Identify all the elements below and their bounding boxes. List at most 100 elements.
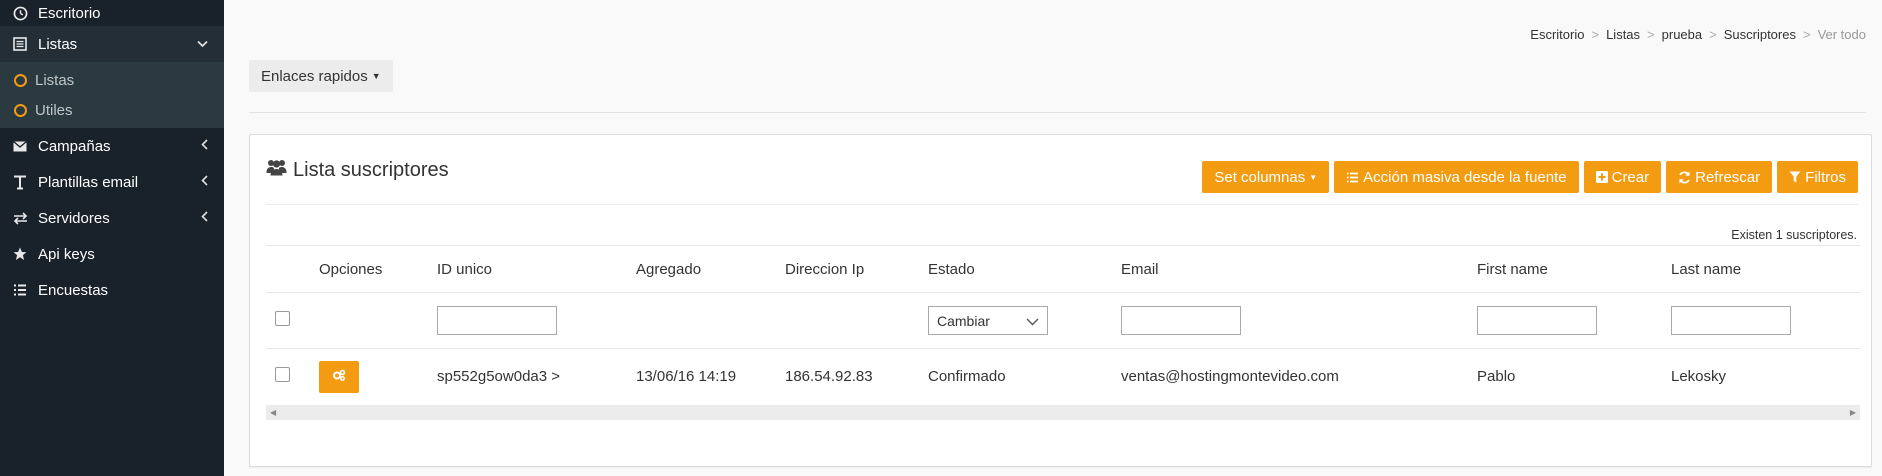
header-options: Opciones [319,245,437,293]
breadcrumb-item[interactable]: Listas [1606,27,1640,42]
sidebar-item-label: Escritorio [38,4,101,22]
caret-down-icon: ▼ [371,71,381,81]
header-added[interactable]: Agregado [636,245,785,293]
filters-label: Filtros [1805,168,1846,186]
breadcrumb-item[interactable]: prueba [1662,27,1702,42]
filter-email-input[interactable] [1121,306,1241,335]
create-label: Crear [1611,168,1650,186]
filters-button[interactable]: Filtros [1777,161,1858,193]
listas-submenu: Listas Utiles [0,62,224,128]
sidebar-item-escritorio[interactable]: Escritorio [0,0,224,26]
caret-down-icon: ▼ [1309,172,1318,182]
chevron-left-icon [201,175,208,189]
sidebar-item-label: Plantillas email [38,173,139,191]
list-icon [12,282,28,298]
quick-links-label: Enlaces rapidos [261,67,368,85]
breadcrumb-separator: > [1591,27,1600,42]
subscribers-panel: Lista suscriptores Set columnas ▼ Acción… [249,134,1872,467]
cell-first-name: Pablo [1477,368,1516,386]
toolbar: Set columnas ▼ Acción masiva desde la fu… [1202,161,1858,193]
refresh-icon [1678,171,1691,184]
filter-last-name-input[interactable] [1671,306,1791,335]
divider [249,112,1866,113]
plus-square-icon [1595,171,1608,183]
header-email[interactable]: Email [1121,245,1477,293]
list-icon [1346,172,1359,183]
sidebar-item-label: Campañas [38,137,111,155]
cell-added: 13/06/16 14:19 [636,368,737,386]
sidebar: Escritorio Listas Listas Utiles Campañas [0,0,224,476]
breadcrumb-item[interactable]: Suscriptores [1724,27,1796,42]
scroll-right-icon[interactable]: ▶ [1850,405,1856,420]
submenu-item-label: Utiles [35,101,73,119]
panel-title-text: Lista suscriptores [293,158,449,181]
cogs-icon [332,368,346,385]
breadcrumb-current: Ver todo [1817,27,1866,42]
breadcrumb-separator: > [1709,27,1717,42]
refresh-button[interactable]: Refrescar [1666,161,1773,193]
sidebar-item-listas[interactable]: Listas [0,26,224,62]
sidebar-item-label: Servidores [38,209,110,227]
select-all-checkbox[interactable] [275,311,290,326]
header-status[interactable]: Estado [928,245,1121,293]
table-row: sp552g5ow0da3 > 13/06/16 14:19 186.54.92… [266,349,1860,405]
sidebar-item-encuestas[interactable]: Encuestas [0,272,224,308]
chevron-down-icon [197,37,208,51]
sidebar-item-label: Encuestas [38,281,109,299]
panel-title: Lista suscriptores [266,158,449,182]
filter-row: Cambiar [266,292,1860,349]
set-columns-label: Set columnas [1214,168,1306,186]
header-ip[interactable]: Direccion Ip [785,245,928,293]
exchange-icon [12,210,28,226]
header-id[interactable]: ID unico [437,245,636,293]
quick-links-dropdown[interactable]: Enlaces rapidos ▼ [249,60,393,92]
header-last-name[interactable]: Last name [1671,245,1860,293]
submenu-item-utiles[interactable]: Utiles [0,95,224,125]
users-icon [266,158,287,182]
cell-id[interactable]: sp552g5ow0da3 > [437,349,636,405]
star-icon [12,246,28,262]
create-button[interactable]: Crear [1583,161,1662,193]
subscriber-count: Existen 1 suscriptores. [1731,228,1857,242]
filter-first-name-input[interactable] [1477,306,1597,335]
breadcrumb-item[interactable]: Escritorio [1530,27,1584,42]
filter-icon [1789,171,1801,183]
circle-icon [14,73,27,87]
list-icon [12,36,28,52]
submenu-item-listas[interactable]: Listas [0,65,224,95]
divider [266,204,1858,205]
cell-ip: 186.54.92.83 [785,368,873,386]
breadcrumb-separator: > [1647,27,1655,42]
chevron-left-icon [201,211,208,225]
header-select [266,245,319,293]
sidebar-item-servidores[interactable]: Servidores [0,200,224,236]
scroll-left-icon[interactable]: ◀ [270,405,276,420]
sidebar-item-api-keys[interactable]: Api keys [0,236,224,272]
cell-email: ventas@hostingmontevideo.com [1121,368,1339,386]
sidebar-item-campanas[interactable]: Campañas [0,128,224,164]
bulk-action-label: Acción masiva desde la fuente [1363,168,1567,186]
filter-status-select[interactable]: Cambiar [928,306,1048,335]
horizontal-scrollbar[interactable]: ◀ ▶ [266,405,1860,420]
sidebar-item-plantillas[interactable]: Plantillas email [0,164,224,200]
cell-last-name: Lekosky [1671,368,1727,386]
refresh-label: Refrescar [1695,168,1761,186]
table-header-row: Opciones ID unico Agregado Direccion Ip … [266,245,1860,293]
header-first-name[interactable]: First name [1477,245,1671,293]
cell-status: Confirmado [928,368,1006,386]
sidebar-item-label: Api keys [38,245,95,263]
chevron-down-icon [1026,313,1039,329]
breadcrumb-separator: > [1802,27,1811,42]
bulk-action-button[interactable]: Acción masiva desde la fuente [1334,161,1579,193]
sidebar-item-label: Listas [38,35,78,53]
filter-id-input[interactable] [437,306,557,335]
set-columns-button[interactable]: Set columnas ▼ [1202,161,1330,193]
row-options-button[interactable] [319,360,359,393]
row-checkbox[interactable] [275,367,290,383]
circle-icon [14,103,27,117]
dashboard-icon [12,5,28,21]
envelope-icon [12,138,28,154]
text-icon [12,174,28,190]
chevron-left-icon [201,139,208,153]
filter-status-value: Cambiar [937,312,990,329]
